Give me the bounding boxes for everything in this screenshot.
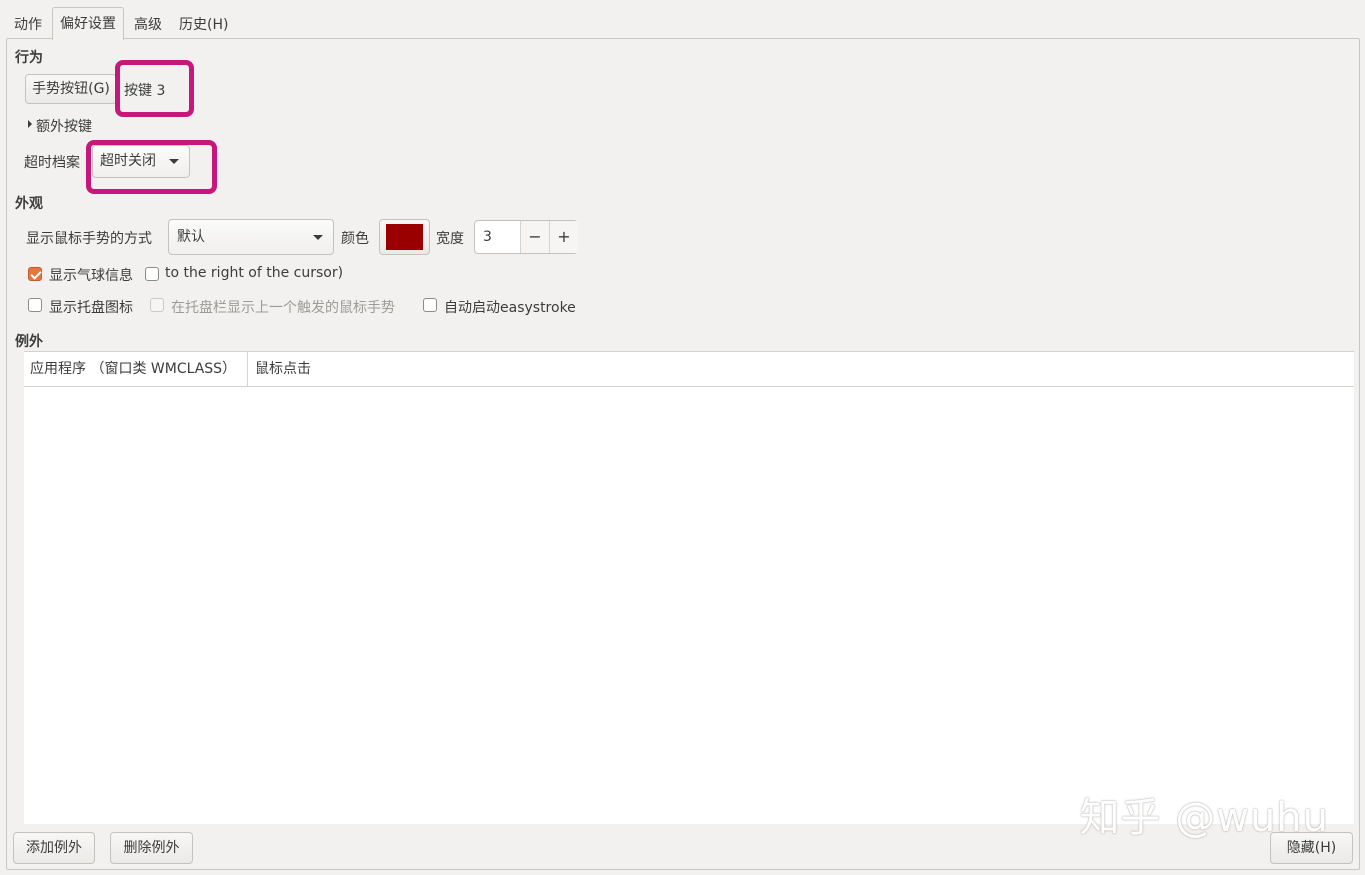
color-label: 颜色 [341, 231, 369, 247]
right-of-cursor-label: to the right of the cursor) [165, 265, 344, 281]
remove-exception-button[interactable]: 删除例外 [110, 832, 193, 864]
show-tray-label: 显示托盘图标 [49, 300, 133, 316]
tray-last-gesture-checkbox [150, 298, 164, 312]
extra-buttons-expander[interactable]: 额外按键 [26, 116, 116, 136]
width-increment-button[interactable]: + [549, 221, 578, 253]
width-spinbutton: 3 − + [474, 220, 578, 254]
chevron-down-icon [313, 235, 323, 240]
show-tray-checkbox[interactable] [28, 298, 42, 312]
show-balloon-label: 显示气球信息 [49, 268, 133, 284]
chevron-down-icon [169, 159, 179, 164]
width-value[interactable]: 3 [483, 221, 492, 253]
behavior-section-title: 行为 [15, 50, 43, 66]
timeout-label: 超时档案 [24, 155, 80, 171]
column-header-application[interactable]: 应用程序 （窗口类 WMCLASS） [24, 352, 248, 386]
gesture-button[interactable]: 手势按钮(G) [25, 74, 117, 104]
gesture-button-value: 按键 3 [124, 83, 166, 99]
width-label: 宽度 [436, 231, 464, 247]
show-gesture-dropdown-value: 默认 [177, 229, 205, 245]
tab-history[interactable]: 历史(H) [172, 12, 235, 38]
exceptions-section-title: 例外 [15, 334, 43, 350]
show-balloon-checkbox[interactable] [28, 267, 42, 281]
watermark: 知乎 @wuhu [1079, 795, 1329, 841]
color-swatch [386, 224, 423, 250]
exceptions-table[interactable]: 应用程序 （窗口类 WMCLASS） 鼠标点击 [24, 351, 1354, 824]
expander-arrow-icon [28, 120, 32, 128]
timeout-dropdown[interactable]: 超时关闭 [92, 145, 190, 178]
tab-actions[interactable]: 动作 [7, 12, 49, 38]
width-decrement-button[interactable]: − [520, 221, 549, 253]
tab-advanced[interactable]: 高级 [127, 12, 169, 38]
show-gesture-label: 显示鼠标手势的方式 [26, 231, 152, 247]
autostart-label: 自动启动easystroke [444, 300, 576, 316]
tray-last-gesture-label: 在托盘栏显示上一个触发的鼠标手势 [171, 300, 395, 316]
autostart-checkbox[interactable] [423, 298, 437, 312]
extra-buttons-label: 额外按键 [36, 119, 92, 135]
table-header: 应用程序 （窗口类 WMCLASS） 鼠标点击 [24, 352, 1354, 387]
tab-bar: 动作 偏好设置 高级 历史(H) [0, 6, 1365, 40]
timeout-dropdown-value: 超时关闭 [100, 153, 156, 169]
right-of-cursor-checkbox[interactable] [145, 267, 159, 281]
color-picker-button[interactable] [379, 219, 430, 255]
appearance-section-title: 外观 [15, 196, 43, 212]
column-header-mouse-click[interactable]: 鼠标点击 [249, 352, 549, 386]
tab-preferences[interactable]: 偏好设置 [52, 7, 124, 40]
add-exception-button[interactable]: 添加例外 [13, 832, 95, 864]
show-gesture-dropdown[interactable]: 默认 [168, 219, 334, 255]
